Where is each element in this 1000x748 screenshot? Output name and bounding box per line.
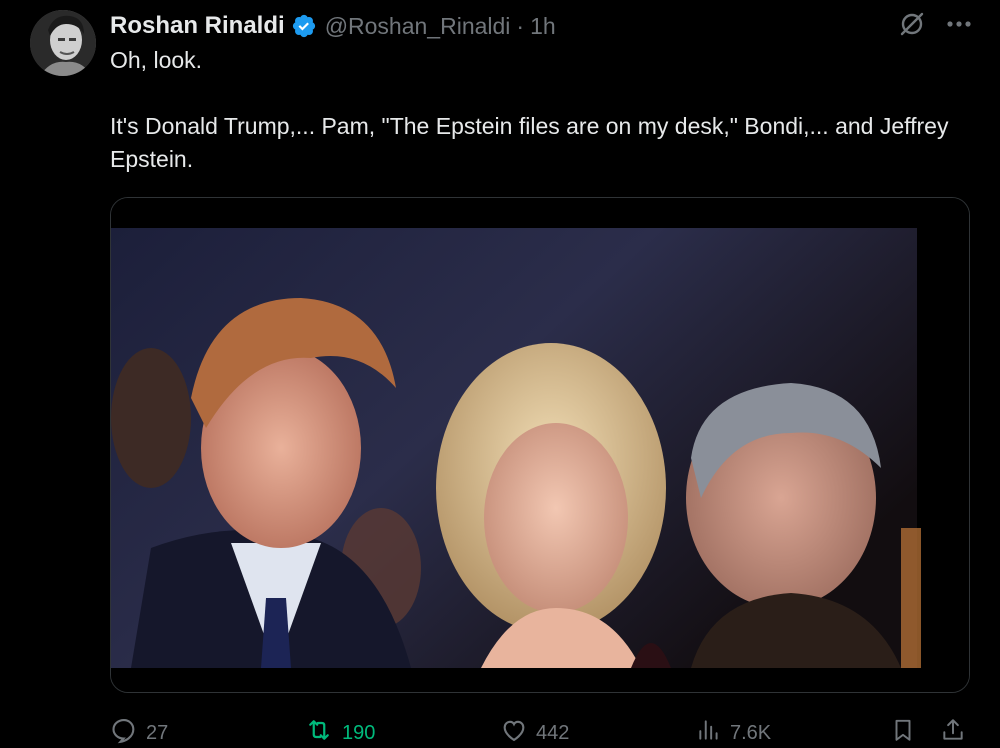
retweet-icon	[304, 716, 334, 748]
photo-image	[111, 198, 969, 692]
views-button[interactable]: 7.6K	[696, 716, 771, 748]
tweet-media-photo[interactable]	[110, 197, 970, 693]
like-icon	[500, 716, 528, 748]
more-icon[interactable]	[946, 20, 972, 28]
grok-icon[interactable]	[898, 10, 926, 38]
tweet[interactable]: Roshan Rinaldi @Roshan_Rinaldi · 1h Oh, …	[0, 0, 1000, 748]
handle[interactable]: @Roshan_Rinaldi	[325, 13, 511, 40]
tweet-text: Oh, look. It's Donald Trump,... Pam, "Th…	[110, 44, 970, 176]
reply-count: 27	[146, 721, 169, 744]
retweet-count: 190	[342, 721, 376, 744]
like-button[interactable]: 442	[500, 716, 569, 748]
avatar-photo	[30, 10, 96, 76]
share-button[interactable]	[940, 716, 966, 748]
timestamp[interactable]: 1h	[530, 13, 556, 40]
views-icon	[696, 716, 722, 748]
verified-badge-icon	[291, 13, 317, 39]
reply-button[interactable]: 27	[110, 716, 168, 748]
action-bar: 27 190 442 7.6K	[110, 712, 970, 748]
tweet-text-line-1: Oh, look.	[110, 47, 203, 73]
tweet-text-line-2: It's Donald Trump,... Pam, "The Epstein …	[110, 113, 949, 172]
bookmark-icon	[890, 716, 916, 748]
tweet-header: Roshan Rinaldi @Roshan_Rinaldi · 1h	[110, 8, 556, 44]
retweet-button[interactable]: 190	[304, 716, 375, 748]
top-actions	[898, 10, 972, 38]
like-count: 442	[536, 721, 570, 744]
bookmark-button[interactable]	[890, 716, 916, 748]
reply-icon	[110, 716, 138, 748]
avatar[interactable]	[30, 10, 96, 76]
separator: ·	[516, 12, 525, 39]
views-count: 7.6K	[730, 721, 772, 744]
display-name[interactable]: Roshan Rinaldi	[110, 12, 285, 40]
share-icon	[940, 716, 966, 748]
